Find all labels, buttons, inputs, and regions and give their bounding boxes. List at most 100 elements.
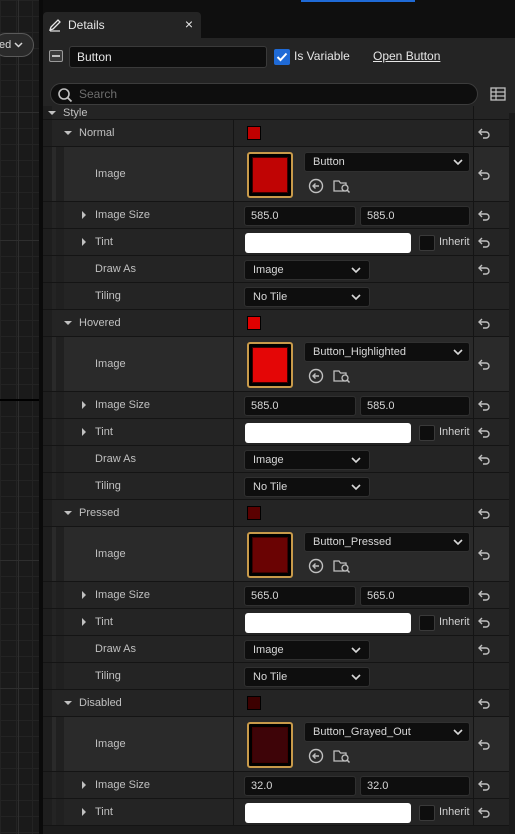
tiling-dropdown[interactable]: No Tile [244,287,370,307]
tint-color-picker[interactable] [245,423,411,443]
browse-to-asset-icon[interactable] [333,368,351,384]
expand-arrow-icon[interactable] [79,427,89,437]
property-matrix-icon[interactable] [490,87,506,104]
reset-to-default-icon[interactable] [477,778,491,792]
use-selected-asset-icon[interactable] [308,368,324,384]
browse-to-asset-icon[interactable] [333,748,351,764]
category-style[interactable]: Style [43,106,515,120]
reset-to-default-icon[interactable] [477,588,491,602]
close-icon[interactable]: × [185,16,193,32]
chevron-down-icon [351,668,361,692]
draw-as-dropdown[interactable]: Image [244,450,370,470]
expand-arrow-icon[interactable] [79,237,89,247]
expand-arrow-icon[interactable] [79,807,89,817]
inherit-checkbox[interactable] [419,615,435,631]
reset-to-default-icon[interactable] [477,262,491,276]
brush-state-normal: Normal [43,120,515,147]
reset-to-default-icon[interactable] [477,615,491,629]
reset-to-default-icon[interactable] [477,398,491,412]
draw-as-dropdown[interactable]: Image [244,640,370,660]
reset-to-default-icon[interactable] [477,547,491,561]
search-input[interactable]: Search [50,83,478,105]
reset-to-default-icon[interactable] [477,357,491,371]
image-size-row: Image Size 32.0 32.0 [43,772,515,799]
image-size-x-field[interactable]: 565.0 [244,586,356,606]
reset-to-default-icon[interactable] [477,642,491,656]
image-size-x-field[interactable]: 32.0 [244,776,356,796]
tiling-dropdown[interactable]: No Tile [244,477,370,497]
image-size-x-field[interactable]: 585.0 [244,396,356,416]
use-selected-asset-icon[interactable] [308,178,324,194]
expand-arrow-icon[interactable] [63,128,73,138]
reset-to-default-icon[interactable] [477,425,491,439]
image-thumbnail[interactable] [247,532,293,578]
tint-color-picker[interactable] [245,803,411,823]
reset-to-default-icon[interactable] [477,126,491,140]
tint-color-picker[interactable] [245,233,411,253]
expand-arrow-icon[interactable] [79,590,89,600]
image-size-y-field[interactable]: 32.0 [360,776,470,796]
brush-state-disabled: Disabled [43,690,515,717]
tint-color-picker[interactable] [245,613,411,633]
draw-as-dropdown[interactable]: Image [244,260,370,280]
column-separator [233,772,234,798]
image-row: Image Button [43,147,515,202]
expand-arrow-icon[interactable] [47,108,57,118]
widget-name-field[interactable]: Button [69,46,267,68]
reset-to-default-icon[interactable] [477,167,491,181]
column-separator [473,310,474,336]
graph-canvas[interactable]: ed [0,0,39,834]
is-variable-checkbox[interactable] [274,49,290,65]
grid-line [0,560,39,561]
reset-to-default-icon[interactable] [477,805,491,819]
column-separator [233,799,234,825]
column-separator [473,147,474,201]
scrollbar[interactable] [509,113,515,834]
expand-arrow-icon[interactable] [79,400,89,410]
image-size-x-field[interactable]: 585.0 [244,206,356,226]
expand-arrow-icon[interactable] [79,617,89,627]
reset-to-default-icon[interactable] [477,696,491,710]
image-thumbnail[interactable] [247,152,293,198]
image-thumbnail[interactable] [247,722,293,768]
column-separator [233,392,234,418]
graph-view-dropdown[interactable]: ed [0,33,34,57]
indent-bar [43,500,52,526]
tiling-row: Tiling No Tile [43,663,515,690]
indent-bar [56,256,64,282]
image-asset-picker[interactable]: Button_Highlighted [304,342,470,362]
image-size-y-field[interactable]: 565.0 [360,586,470,606]
image-asset-picker[interactable]: Button [304,152,470,172]
reset-to-default-icon[interactable] [477,506,491,520]
inherit-checkbox[interactable] [419,425,435,441]
expand-arrow-icon[interactable] [79,780,89,790]
color-swatch[interactable] [247,126,261,140]
inherit-checkbox[interactable] [419,235,435,251]
use-selected-asset-icon[interactable] [308,748,324,764]
image-asset-picker[interactable]: Button_Pressed [304,532,470,552]
reset-to-default-icon[interactable] [477,235,491,249]
use-selected-asset-icon[interactable] [308,558,324,574]
expand-arrow-icon[interactable] [79,210,89,220]
expand-arrow-icon[interactable] [63,508,73,518]
reset-to-default-icon[interactable] [477,737,491,751]
color-swatch[interactable] [247,696,261,710]
browse-to-asset-icon[interactable] [333,178,351,194]
image-size-y-field[interactable]: 585.0 [360,206,470,226]
expand-arrow-icon[interactable] [63,698,73,708]
tiling-dropdown[interactable]: No Tile [244,667,370,687]
image-asset-picker[interactable]: Button_Grayed_Out [304,722,470,742]
browse-to-asset-icon[interactable] [333,558,351,574]
inherit-checkbox[interactable] [419,805,435,821]
open-button-link[interactable]: Open Button [373,49,440,63]
reset-to-default-icon[interactable] [477,452,491,466]
tab-details[interactable]: Details × [43,12,201,38]
reset-to-default-icon[interactable] [477,316,491,330]
reset-to-default-icon[interactable] [477,208,491,222]
color-swatch[interactable] [247,316,261,330]
column-separator [473,717,474,771]
image-size-y-field[interactable]: 585.0 [360,396,470,416]
expand-arrow-icon[interactable] [63,318,73,328]
color-swatch[interactable] [247,506,261,520]
image-thumbnail[interactable] [247,342,293,388]
